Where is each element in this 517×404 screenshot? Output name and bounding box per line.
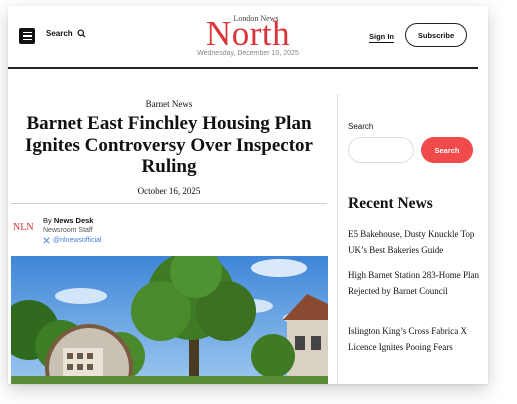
- header-divider: [8, 67, 478, 69]
- author-social-link[interactable]: @nlnewsofficial: [43, 237, 102, 244]
- byline-prefix: By: [43, 216, 52, 225]
- column-divider: [337, 94, 338, 384]
- recent-news-item[interactable]: High Barnet Station 283-Home Plan Reject…: [348, 268, 480, 299]
- article-category[interactable]: Barnet News: [8, 99, 330, 109]
- article-divider: [11, 203, 327, 204]
- author-role: Newsroom Staff: [43, 227, 93, 234]
- subscribe-button[interactable]: Subscribe: [405, 23, 467, 47]
- header-date: Wednesday, December 10, 2025: [197, 50, 299, 57]
- x-logo-icon: [43, 237, 50, 244]
- article-date: October 16, 2025: [137, 186, 201, 196]
- page-card: Search London News North Wednesday, Dece…: [8, 6, 488, 384]
- sidebar-search-label: Search: [348, 122, 374, 131]
- author-name[interactable]: News Desk: [54, 216, 94, 225]
- recent-news-item[interactable]: E5 Bakehouse, Dusty Knuckle Top UK’s Bes…: [348, 227, 480, 258]
- sidebar-search-input[interactable]: [348, 137, 414, 163]
- article-hero-image: [11, 256, 328, 384]
- author-avatar-logo: NLN: [13, 222, 34, 233]
- sidebar-search-button[interactable]: Search: [421, 137, 473, 163]
- sign-in-link[interactable]: Sign In: [369, 32, 394, 43]
- author-handle: @nlnewsofficial: [53, 237, 102, 244]
- article-headline: Barnet East Finchley Housing Plan Ignite…: [25, 113, 313, 177]
- recent-news-heading: Recent News: [348, 195, 433, 212]
- author-byline: By News Desk: [43, 216, 93, 225]
- recent-news-item[interactable]: Islington King’s Cross Fabrica X Licence…: [348, 324, 480, 355]
